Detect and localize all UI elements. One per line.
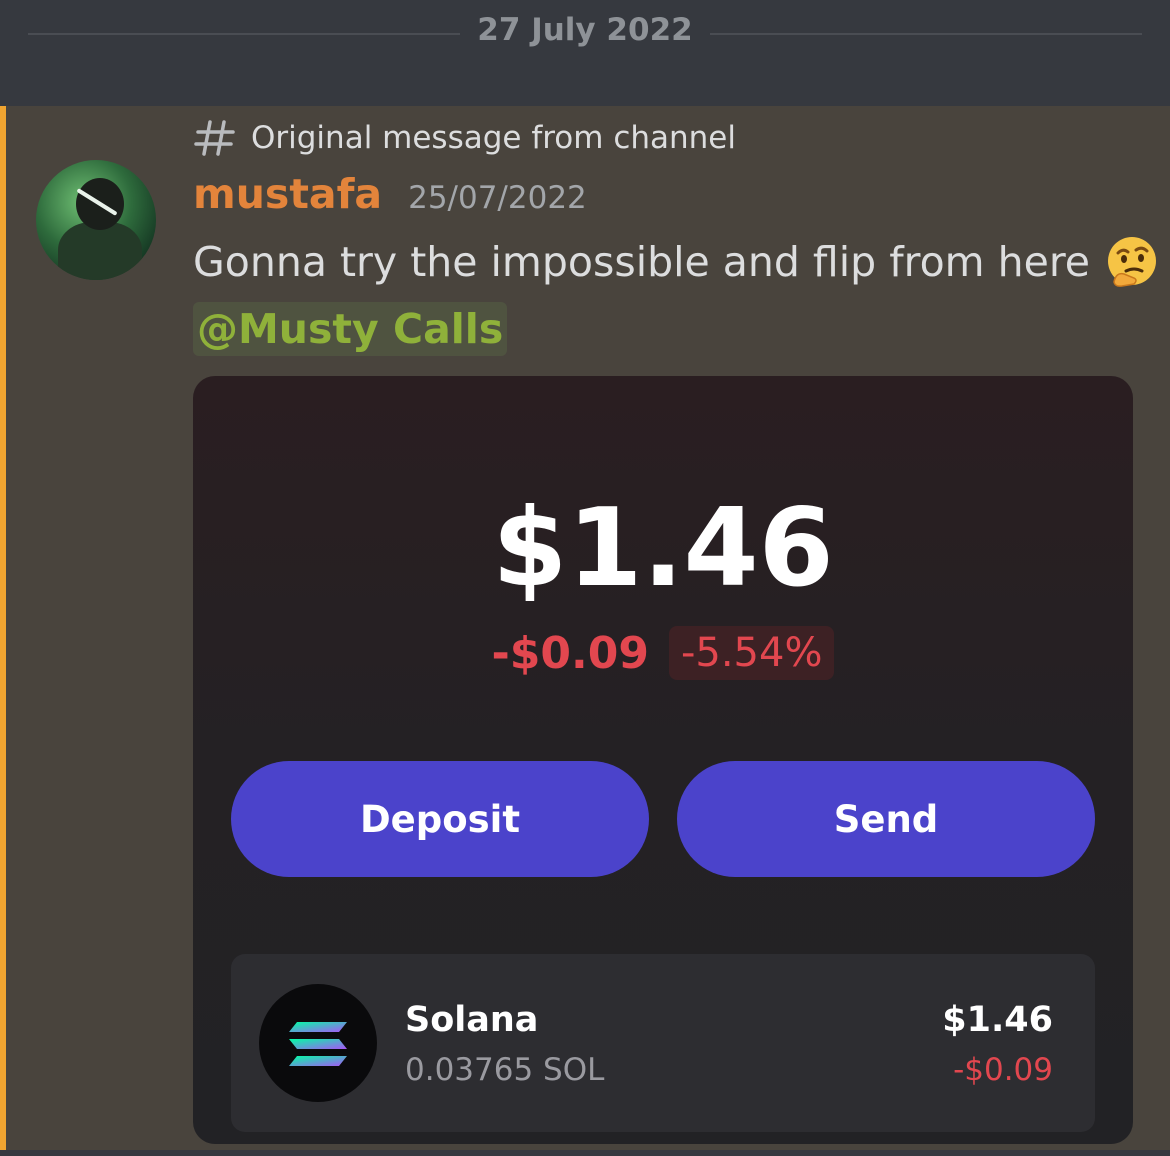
token-row-solana[interactable]: Solana 0.03765 SOL $1.46 -$0.09 [231,954,1095,1132]
wallet-balance: $1.46 [492,486,834,611]
bottom-divider [0,1150,1170,1156]
message-timestamp: 25/07/2022 [408,180,587,216]
message-highlight-bar [0,106,6,1150]
token-value: $1.46 [942,1000,1053,1040]
token-amount: 0.03765 SOL [405,1052,605,1088]
original-message-reference[interactable]: Original message from channel [193,118,736,158]
original-message-label: Original message from channel [251,120,736,156]
message-text: Gonna try the impossible and flip from h… [193,238,1091,286]
balance-change-row: -$0.09 -5.54% [193,626,1133,680]
wallet-screenshot[interactable]: $1.46 -$0.09 -5.54% Deposit Send Solana … [193,376,1133,1144]
channel-hash-icon [194,120,235,156]
date-divider-label: 27 July 2022 [477,12,693,48]
balance-change-amount: -$0.09 [491,627,649,679]
message[interactable]: Original message from channel mustafa 25… [0,106,1170,1150]
thinking-face-icon [1108,237,1157,287]
author-name[interactable]: mustafa [193,170,382,218]
avatar[interactable] [36,160,156,280]
deposit-button[interactable]: Deposit [231,761,649,877]
solana-logo-icon [259,984,377,1102]
user-mention[interactable]: @Musty Calls [193,302,508,356]
date-divider-line-right [710,33,1142,35]
token-change: -$0.09 [953,1052,1053,1088]
balance-change-percent: -5.54% [668,626,835,680]
token-name: Solana [405,1000,539,1040]
send-button[interactable]: Send [677,761,1095,877]
message-header: mustafa 25/07/2022 [193,170,587,218]
date-divider: 27 July 2022 [0,0,1170,106]
message-content: Gonna try the impossible and flip from h… [193,234,1160,290]
